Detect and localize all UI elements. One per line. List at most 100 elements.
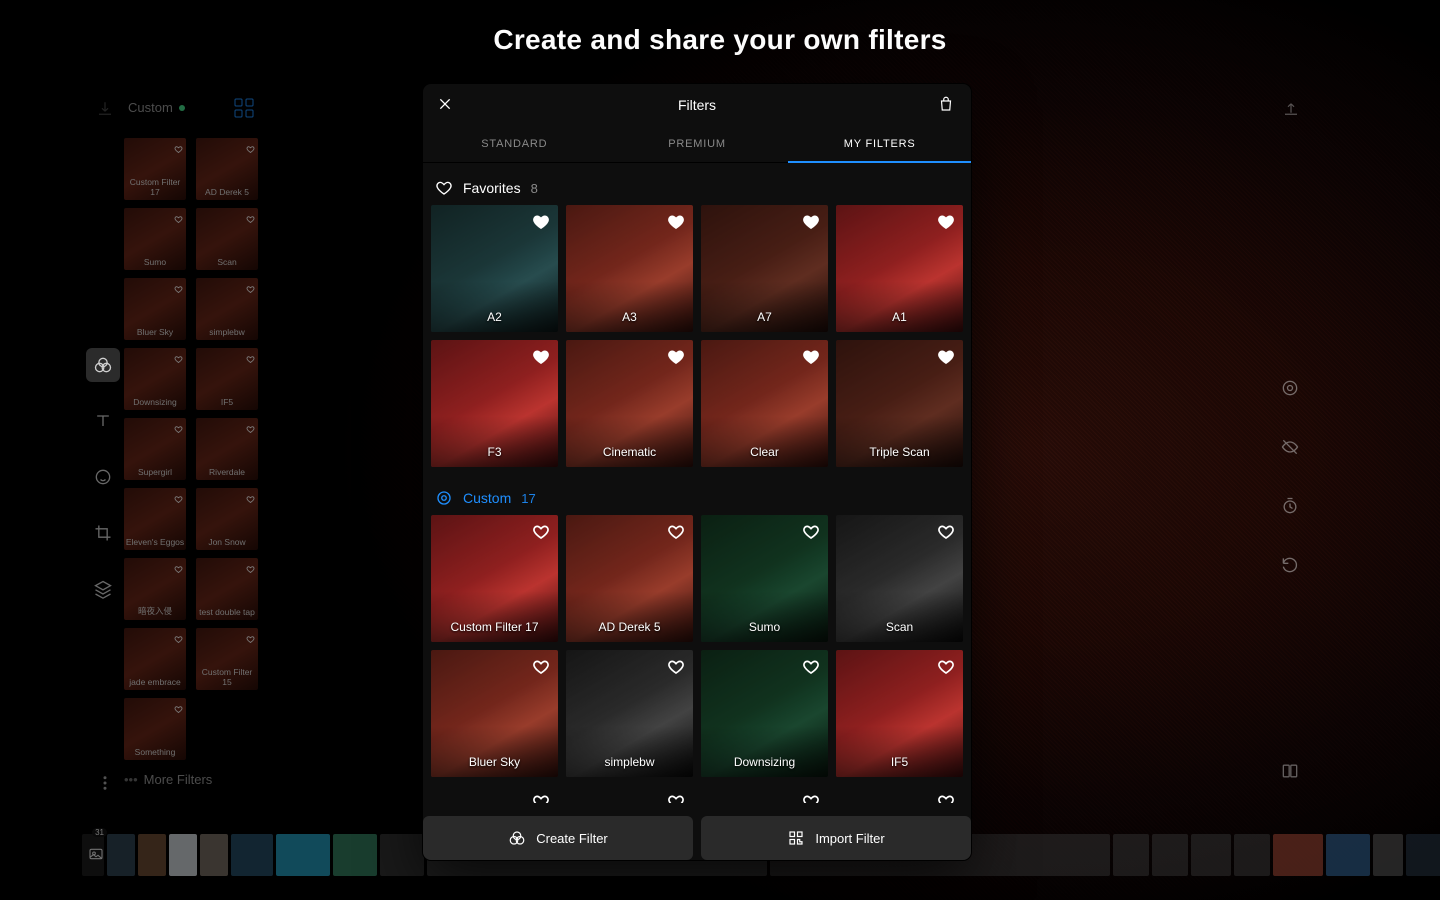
sidebar-mini-tile[interactable]: IF5 [196, 348, 258, 410]
filter-name: AD Derek 5 [566, 620, 693, 634]
filter-tile[interactable]: Cinematic [566, 340, 693, 467]
filmstrip-lead[interactable]: 31 [82, 834, 104, 876]
sidebar-mini-tile[interactable]: Downsizing [124, 348, 186, 410]
sidebar-mini-tile[interactable]: AD Derek 5 [196, 138, 258, 200]
favorite-heart-icon[interactable] [532, 348, 550, 371]
filmstrip-thumbnail[interactable] [1273, 834, 1323, 876]
favorite-heart-icon[interactable] [667, 348, 685, 371]
filmstrip-thumbnail[interactable] [169, 834, 197, 876]
sidebar-mini-tile[interactable]: Supergirl [124, 418, 186, 480]
filmstrip-thumbnail[interactable] [380, 834, 424, 876]
filter-tile[interactable]: AD Derek 5 [566, 515, 693, 642]
filter-tile[interactable]: A1 [836, 205, 963, 332]
sidebar-mini-tile[interactable]: Sumo [124, 208, 186, 270]
section-favorites-header[interactable]: Favorites 8 [431, 171, 963, 205]
filter-tile[interactable]: A3 [566, 205, 693, 332]
panel-scroll-area[interactable]: Favorites 8 A2 A3 A7 A1 F3 Cinematic C [423, 163, 971, 817]
favorite-heart-icon[interactable] [532, 213, 550, 236]
favorite-heart-icon[interactable] [532, 658, 550, 681]
heart-outline-icon [246, 491, 255, 509]
create-filter-button[interactable]: Create Filter [423, 816, 693, 860]
heart-outline-icon [246, 211, 255, 229]
sidebar-mini-tile[interactable]: Custom Filter 15 [196, 628, 258, 690]
filters-tool-icon[interactable] [86, 348, 120, 382]
filmstrip-thumbnail[interactable] [1191, 834, 1231, 876]
filter-tile[interactable]: IF5 [836, 650, 963, 777]
filter-tile[interactable]: Bluer Sky [431, 650, 558, 777]
filter-tile[interactable] [836, 785, 963, 803]
filmstrip-thumbnail[interactable] [1113, 834, 1149, 876]
favorite-heart-icon[interactable] [802, 523, 820, 546]
filter-tile[interactable]: Scan [836, 515, 963, 642]
favorite-heart-icon[interactable] [937, 213, 955, 236]
filter-tile[interactable]: Downsizing [701, 650, 828, 777]
favorite-heart-icon[interactable] [937, 348, 955, 371]
shopping-bag-icon[interactable] [937, 95, 955, 118]
filter-tile[interactable]: Triple Scan [836, 340, 963, 467]
target-icon[interactable] [1280, 378, 1300, 403]
filmstrip-thumbnail[interactable] [1234, 834, 1270, 876]
sidebar-mini-tile[interactable]: Scan [196, 208, 258, 270]
filmstrip-thumbnail[interactable] [1326, 834, 1370, 876]
favorite-heart-icon[interactable] [532, 523, 550, 546]
filter-tile[interactable]: simplebw [566, 650, 693, 777]
sidebar-mini-tile[interactable]: Riverdale [196, 418, 258, 480]
sidebar-mini-tile[interactable]: 暗夜入侵 [124, 558, 186, 620]
filmstrip-thumbnail[interactable] [1373, 834, 1403, 876]
download-icon[interactable] [96, 100, 114, 123]
sidebar-mini-tile[interactable]: test double tap [196, 558, 258, 620]
timer-icon[interactable] [1280, 496, 1300, 521]
import-filter-button[interactable]: Import Filter [701, 816, 971, 860]
favorite-heart-icon[interactable] [937, 658, 955, 681]
compare-icon[interactable] [1280, 761, 1300, 786]
sidebar-mini-tile[interactable]: Something [124, 698, 186, 760]
filmstrip-thumbnail[interactable] [1406, 834, 1440, 876]
filter-tile[interactable] [566, 785, 693, 803]
favorite-heart-icon[interactable] [667, 523, 685, 546]
more-filters-button[interactable]: ••• More Filters [124, 772, 212, 787]
sidebar-mini-tile[interactable]: Bluer Sky [124, 278, 186, 340]
sidebar-mini-tile[interactable]: Custom Filter 17 [124, 138, 186, 200]
tab-premium[interactable]: PREMIUM [606, 126, 789, 162]
filter-tile[interactable]: A7 [701, 205, 828, 332]
filmstrip-thumbnail[interactable] [231, 834, 273, 876]
favorite-heart-icon[interactable] [937, 523, 955, 546]
filmstrip-thumbnail[interactable] [138, 834, 166, 876]
filmstrip-thumbnail[interactable] [200, 834, 228, 876]
tab-my-filters[interactable]: MY FILTERS [788, 126, 971, 162]
preset-group-label[interactable]: Custom [128, 100, 185, 115]
tab-standard[interactable]: STANDARD [423, 126, 606, 162]
layers-tool-icon[interactable] [86, 572, 120, 606]
filmstrip-thumbnail[interactable] [276, 834, 330, 876]
favorite-heart-icon[interactable] [667, 658, 685, 681]
favorite-heart-icon[interactable] [802, 348, 820, 371]
sidebar-mini-tile[interactable]: Jon Snow [196, 488, 258, 550]
grid-view-icon[interactable] [232, 96, 256, 125]
filmstrip-thumbnail[interactable] [333, 834, 377, 876]
crop-tool-icon[interactable] [86, 516, 120, 550]
sticker-tool-icon[interactable] [86, 460, 120, 494]
close-icon[interactable] [437, 96, 453, 117]
text-tool-icon[interactable] [86, 404, 120, 438]
sidebar-mini-tile[interactable]: simplebw [196, 278, 258, 340]
filter-tile[interactable]: A2 [431, 205, 558, 332]
sidebar-mini-tile[interactable]: Eleven's Eggos [124, 488, 186, 550]
filter-tile[interactable] [701, 785, 828, 803]
sidebar-mini-label: Supergirl [124, 467, 186, 477]
filter-tile[interactable] [431, 785, 558, 803]
filmstrip-thumbnail[interactable] [107, 834, 135, 876]
sidebar-mini-tile[interactable]: jade embrace [124, 628, 186, 690]
filter-tile[interactable]: Sumo [701, 515, 828, 642]
more-menu-icon[interactable] [96, 774, 114, 797]
section-custom-header[interactable]: Custom 17 [431, 481, 963, 515]
export-icon[interactable] [1282, 100, 1300, 123]
favorite-heart-icon[interactable] [802, 213, 820, 236]
filmstrip-thumbnail[interactable] [1152, 834, 1188, 876]
undo-icon[interactable] [1280, 555, 1300, 580]
filter-tile[interactable]: Clear [701, 340, 828, 467]
favorite-heart-icon[interactable] [802, 658, 820, 681]
filter-tile[interactable]: F3 [431, 340, 558, 467]
filter-tile[interactable]: Custom Filter 17 [431, 515, 558, 642]
visibility-off-icon[interactable] [1280, 437, 1300, 462]
favorite-heart-icon[interactable] [667, 213, 685, 236]
